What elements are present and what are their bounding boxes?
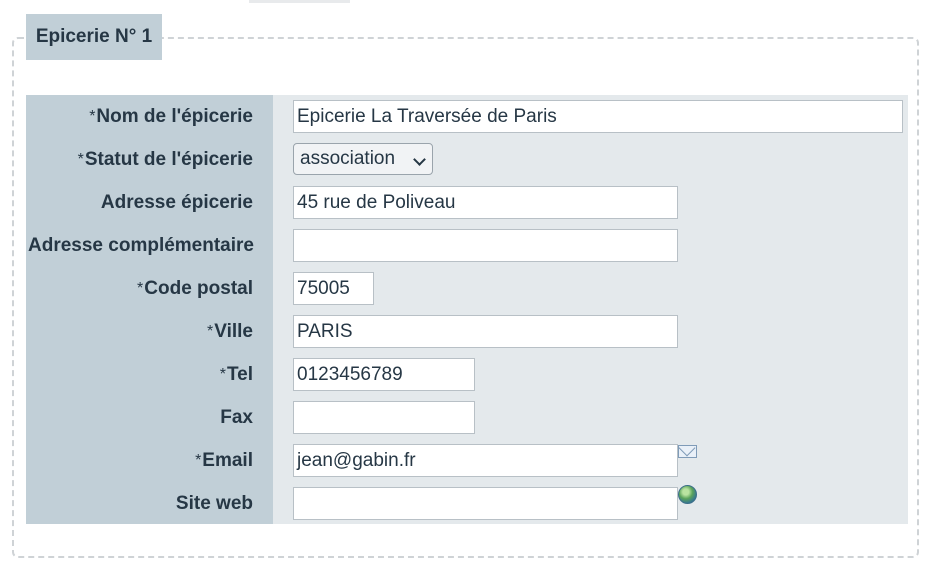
label-statut: * Statut de l'épicerie [77, 148, 253, 170]
required-mark: * [219, 365, 226, 383]
label-site-web: Site web [175, 492, 253, 514]
row-ville: * Ville PARIS [26, 310, 908, 353]
label-adresse-complementaire: Adresse complémentaire [28, 234, 254, 256]
label-nom: * Nom de l'épicerie [89, 105, 253, 127]
row-email: * Email jean@gabin.fr [26, 439, 908, 482]
statut-selected-value: association [300, 148, 396, 169]
envelope-icon[interactable] [678, 445, 697, 458]
chevron-down-icon [413, 153, 426, 166]
required-mark: * [137, 279, 144, 297]
statut-select[interactable]: association [293, 143, 433, 175]
top-tab-stub [249, 0, 350, 3]
row-adresse: Adresse épicerie 45 rue de Poliveau [26, 181, 908, 224]
required-mark: * [195, 451, 202, 469]
tel-input[interactable]: 0123456789 [293, 358, 475, 391]
row-code-postal: * Code postal 75005 [26, 267, 908, 310]
label-ville: * Ville [207, 320, 253, 342]
label-fax: Fax [220, 406, 253, 428]
row-nom: * Nom de l'épicerie Epicerie La Traversée… [26, 95, 908, 138]
adresse-input[interactable]: 45 rue de Poliveau [293, 186, 678, 219]
required-mark: * [89, 107, 96, 125]
site-web-input[interactable] [293, 487, 678, 520]
label-tel: * Tel [219, 363, 253, 385]
row-tel: * Tel 0123456789 [26, 353, 908, 396]
row-fax: Fax [26, 396, 908, 439]
fieldset-legend: Epicerie N° 1 [26, 14, 162, 60]
label-email: * Email [195, 449, 253, 471]
label-adresse: Adresse épicerie [100, 191, 253, 213]
globe-icon[interactable] [678, 485, 697, 504]
grocery-form: * Nom de l'épicerie Epicerie La Traversée… [26, 95, 908, 524]
row-adresse-complementaire: Adresse complémentaire [26, 224, 908, 267]
nom-input[interactable]: Epicerie La Traversée de Paris [293, 100, 903, 133]
code-postal-input[interactable]: 75005 [293, 272, 374, 305]
label-code-postal: * Code postal [137, 277, 253, 299]
fax-input[interactable] [293, 401, 475, 434]
row-statut: * Statut de l'épicerie association [26, 138, 908, 181]
ville-input[interactable]: PARIS [293, 315, 678, 348]
required-mark: * [77, 150, 84, 168]
email-input[interactable]: jean@gabin.fr [293, 444, 678, 477]
row-site-web: Site web [26, 482, 908, 525]
required-mark: * [207, 322, 214, 340]
adresse-complementaire-input[interactable] [293, 229, 678, 262]
